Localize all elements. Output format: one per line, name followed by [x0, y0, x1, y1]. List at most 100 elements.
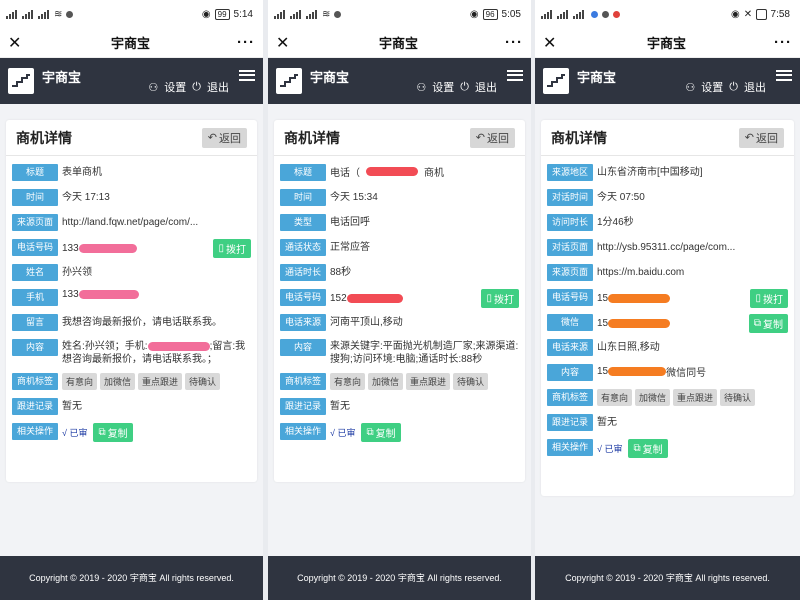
field-row: 相关操作 √ 已审 ⧉ 复制 — [547, 437, 788, 458]
phone-number: 133 — [62, 243, 79, 254]
phone-screen-2: ≋ ◉ 96 5:05 ✕ 宇商宝 ··· 宇商宝 ⚇ 设置 ⏻ 退出 商机详情… — [268, 0, 531, 600]
signal-icon — [38, 9, 51, 19]
field-row: 跟进记录 暂无 — [12, 396, 251, 417]
logo-icon[interactable] — [276, 68, 302, 94]
back-button[interactable]: ↶ 返回 — [201, 127, 247, 148]
battery-icon: 99 — [214, 8, 230, 20]
field-row: 相关操作 √ 已审 ⧉ 复制 — [280, 421, 519, 442]
window-title: 宇商宝 — [378, 36, 418, 51]
field-row: 对话时间 今天 07:50 — [547, 187, 788, 208]
dial-button[interactable]: ▯ 拨打 — [213, 239, 251, 258]
more-icon[interactable]: ··· — [505, 34, 523, 51]
field-row: 来源页面 http://land.fqw.net/page/com/... — [12, 212, 251, 233]
field-label: 来源页面 — [12, 214, 58, 231]
settings-link[interactable]: 设置 — [701, 79, 723, 95]
tag-button[interactable]: 有意向 — [330, 373, 366, 390]
source-page-link[interactable]: https://m.baidu.com — [593, 262, 788, 279]
field-row: 时间 今天 17:13 — [12, 187, 251, 208]
menu-icon[interactable] — [507, 69, 523, 81]
copy-wechat-button[interactable]: ⧉ 复制 — [748, 314, 788, 333]
field-row: 电话来源 山东日照,移动 — [547, 337, 788, 358]
field-row: 内容 来源关键字:平面抛光机制造厂家;来源渠道:搜狗;访问环境:电脑;通话时长:8… — [280, 337, 519, 367]
mute-icon: ✕ — [743, 8, 753, 20]
logout-link[interactable]: 退出 — [207, 79, 229, 95]
brand-name: 宇商宝 — [310, 69, 350, 85]
back-button[interactable]: ↶ 返回 — [469, 127, 515, 148]
field-row: 手机 133 — [12, 287, 251, 308]
tag-button[interactable]: 有意向 — [597, 389, 633, 406]
field-row: 电话号码 133 ▯ 拨打 — [12, 237, 251, 258]
dial-button[interactable]: ▯ 拨打 — [750, 289, 788, 308]
undo-icon: ↶ — [207, 132, 217, 144]
logo-icon[interactable] — [543, 68, 569, 94]
clock-time: 5:14 — [233, 8, 253, 20]
tag-button[interactable]: 加微信 — [635, 389, 671, 406]
brand-name: 宇商宝 — [577, 69, 617, 85]
menu-icon[interactable] — [776, 69, 792, 81]
redaction-mark — [78, 290, 139, 299]
signal-icon — [22, 9, 35, 19]
logout-link[interactable]: 退出 — [744, 79, 766, 95]
mobile-number: 133 — [62, 289, 79, 300]
field-value: 暂无 — [62, 401, 82, 412]
signal-icon — [557, 9, 570, 19]
close-icon[interactable]: ✕ — [8, 33, 24, 53]
field-value: 山东省济南市[中国移动] — [597, 167, 703, 178]
field-value: 暂无 — [597, 417, 617, 428]
eye-icon: ◉ — [201, 8, 211, 20]
tag-button[interactable]: 有意向 — [62, 373, 98, 390]
clock-time: 7:58 — [770, 8, 790, 20]
dial-button[interactable]: ▯ 拨打 — [481, 289, 519, 308]
card-title: 商机详情 — [551, 129, 607, 146]
field-row: 通话状态 正常应答 — [280, 237, 519, 258]
tag-button[interactable]: 待确认 — [185, 373, 221, 390]
undo-icon: ↶ — [744, 132, 754, 144]
tag-button[interactable]: 重点跟进 — [673, 389, 718, 406]
tag-button[interactable]: 加微信 — [368, 373, 404, 390]
tag-button[interactable]: 加微信 — [100, 373, 136, 390]
settings-link[interactable]: 设置 — [164, 79, 186, 95]
settings-link[interactable]: 设置 — [432, 79, 454, 95]
field-label: 标题 — [280, 164, 326, 181]
field-label: 电话来源 — [280, 314, 326, 331]
field-label: 电话来源 — [547, 339, 593, 356]
copy-button[interactable]: ⧉ 复制 — [628, 439, 668, 458]
content-value: 姓名:孙兴领；手机: ;留言:我想咨询最新报价，请电话联系我。； — [62, 341, 246, 365]
tag-button[interactable]: 待确认 — [720, 389, 756, 406]
source-page-link[interactable]: http://land.fqw.net/page/com/... — [58, 212, 251, 229]
field-row: 内容 15 微信同号 — [547, 362, 788, 383]
tag-button[interactable]: 重点跟进 — [406, 373, 451, 390]
copy-icon: ⧉ — [753, 318, 761, 329]
more-icon[interactable]: ··· — [774, 34, 792, 51]
content-value: 来源关键字:平面抛光机制造厂家;来源渠道:搜狗;访问环境:电脑;通话时长:88秒 — [330, 341, 519, 365]
detail-card: 商机详情 ↶ 返回 标题 表单商机 时间 今天 17:13 来源页面 http://la… — [6, 120, 257, 482]
field-label: 跟进记录 — [12, 398, 58, 415]
field-label: 通话状态 — [280, 239, 326, 256]
field-label: 对话时间 — [547, 189, 593, 206]
redaction-mark — [366, 167, 418, 176]
close-icon[interactable]: ✕ — [276, 33, 292, 53]
field-label: 电话号码 — [547, 289, 593, 306]
copy-button[interactable]: ⧉ 复制 — [93, 423, 133, 442]
wifi-icon: ≋ — [322, 8, 331, 20]
field-label: 跟进记录 — [547, 414, 593, 431]
chat-page-link[interactable]: http://ysb.95311.cc/page/com... — [593, 237, 788, 254]
field-row: 标题 电话（ 商机 — [280, 162, 519, 183]
copy-button[interactable]: ⧉ 复制 — [361, 423, 401, 442]
more-icon[interactable]: ··· — [237, 34, 255, 51]
field-value: 今天 07:50 — [597, 192, 645, 203]
footer: Copyright © 2019 - 2020 宇商宝 All rights r… — [535, 556, 800, 600]
field-label: 来源页面 — [547, 264, 593, 281]
redaction-mark — [346, 294, 403, 303]
notification-icon — [602, 10, 609, 18]
menu-icon[interactable] — [239, 69, 255, 81]
field-row: 对话页面 http://ysb.95311.cc/page/com... — [547, 237, 788, 258]
logo-icon[interactable] — [8, 68, 34, 94]
tag-button[interactable]: 重点跟进 — [138, 373, 183, 390]
close-icon[interactable]: ✕ — [543, 33, 559, 53]
logout-link[interactable]: 退出 — [475, 79, 497, 95]
signal-icon — [541, 9, 554, 19]
redaction-mark — [608, 367, 667, 376]
tag-button[interactable]: 待确认 — [453, 373, 489, 390]
back-button[interactable]: ↶ 返回 — [738, 127, 784, 148]
